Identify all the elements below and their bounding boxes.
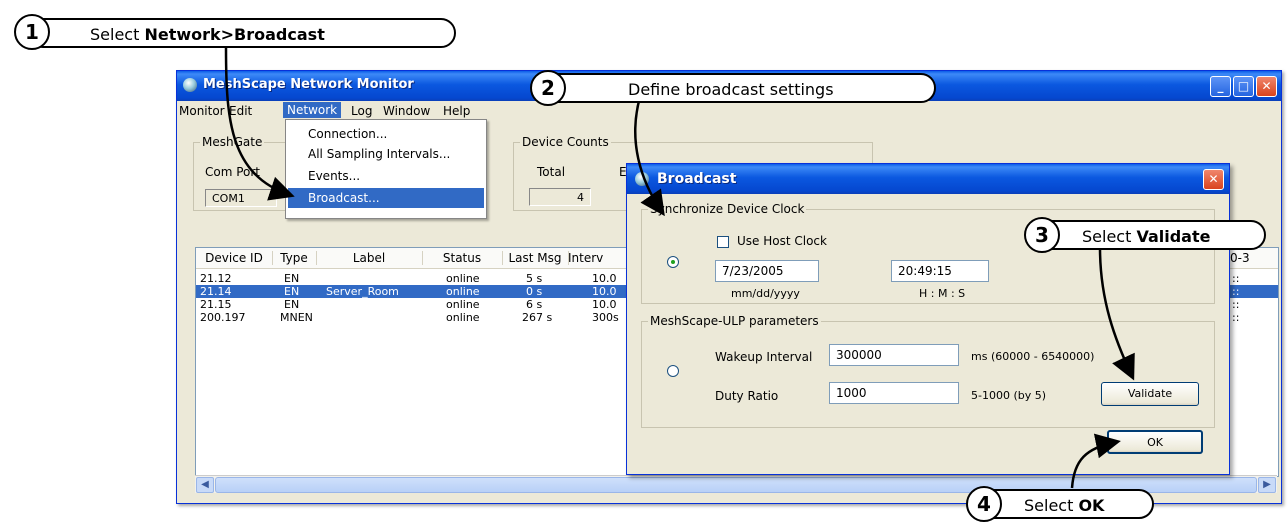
arrow-step-1: [224, 47, 295, 201]
callout-step-2-text: Define broadcast settings: [628, 80, 834, 99]
arrow-step-2: [634, 96, 665, 217]
callout-step-2: Define broadcast settings: [540, 73, 936, 103]
callout-step-1-text: Select Network>Broadcast: [90, 25, 325, 44]
step-3-badge: 3: [1024, 217, 1060, 253]
arrow-step-3: [1098, 247, 1135, 381]
callout-step-1: Select Network>Broadcast: [28, 18, 456, 48]
callout-step-3-text: Select Validate: [1082, 227, 1211, 246]
callout-step-4-text: Select OK: [1024, 496, 1105, 515]
step-4-badge: 4: [966, 486, 1002, 522]
callout-step-3: Select Validate: [1032, 220, 1266, 250]
step-2-badge: 2: [530, 70, 566, 106]
arrow-step-4: [1070, 433, 1121, 489]
step-1-badge: 1: [14, 14, 50, 50]
